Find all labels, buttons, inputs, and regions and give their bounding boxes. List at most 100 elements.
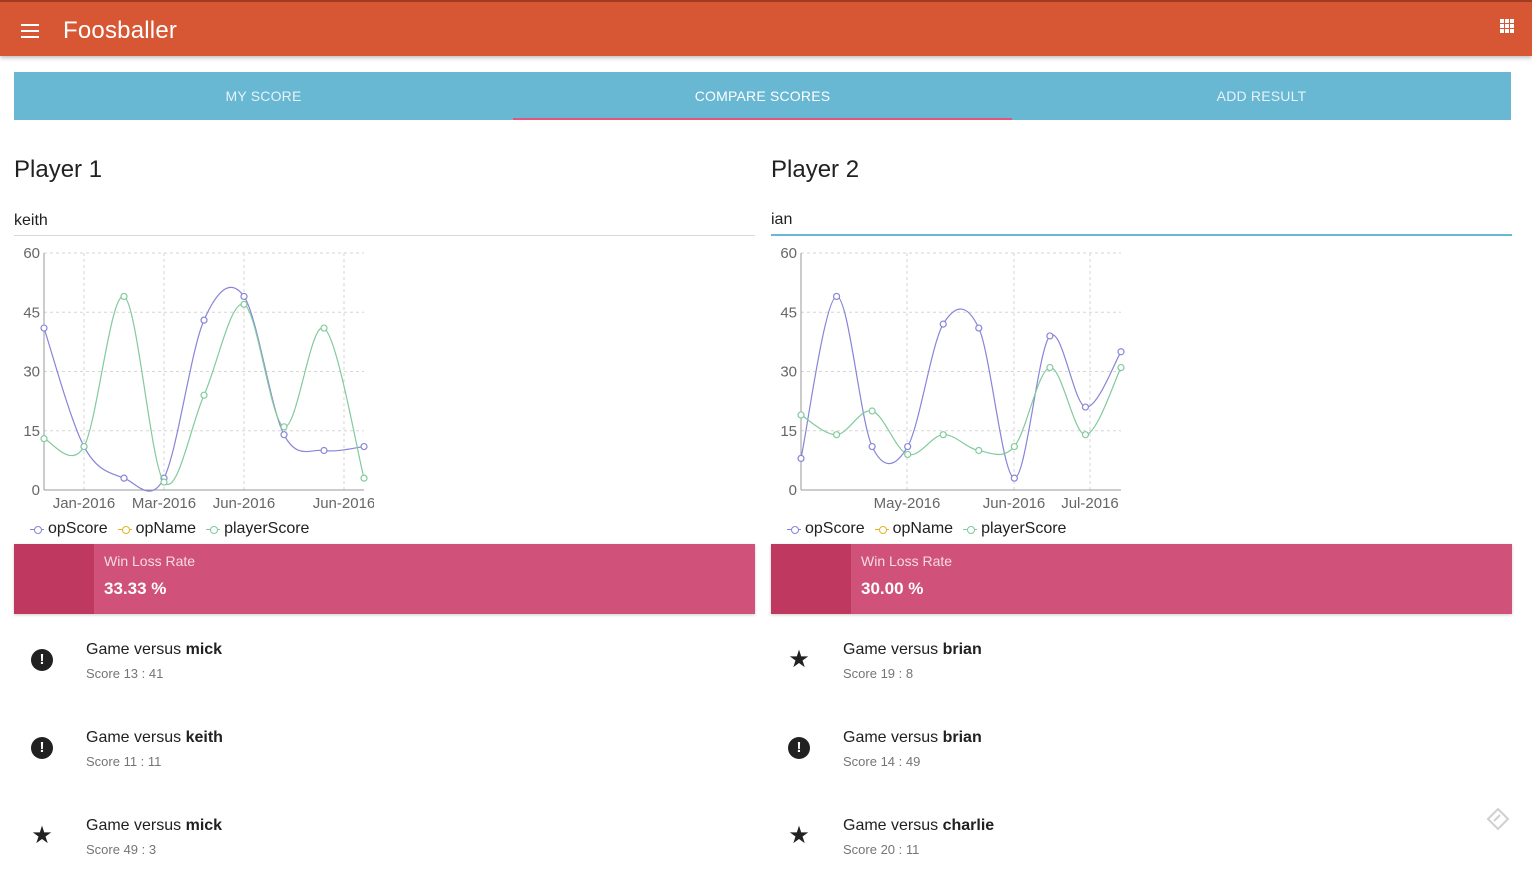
y-tick-label: 0	[789, 482, 797, 499]
data-point-playerScore[interactable]	[40, 435, 48, 443]
opponent-name: mick	[185, 817, 223, 834]
data-point-playerScore[interactable]	[240, 300, 248, 308]
opponent-name: keith	[185, 729, 223, 746]
legend-item-playerscore[interactable]: playerScore	[206, 520, 309, 538]
data-point-playerScore[interactable]	[1117, 363, 1125, 372]
data-point-playerScore[interactable]	[1081, 431, 1090, 439]
data-point-playerScore[interactable]	[797, 411, 805, 419]
player-1-name-input[interactable]	[14, 206, 755, 236]
data-point-opScore[interactable]	[1046, 332, 1054, 340]
data-point-playerScore[interactable]	[939, 431, 947, 439]
data-point-playerScore[interactable]	[1010, 442, 1018, 451]
legend-marker-icon	[206, 524, 221, 534]
data-point-opScore[interactable]	[360, 442, 368, 451]
legend-label: playerScore	[981, 520, 1067, 537]
game-score: Score 13 : 41	[86, 666, 164, 681]
star-icon: ★	[788, 822, 810, 849]
legend-item-opscore[interactable]: opScore	[787, 520, 865, 538]
legend-marker-icon	[963, 524, 978, 534]
data-point-opScore[interactable]	[832, 292, 841, 301]
tab-add-result[interactable]: ADD RESULT	[1012, 72, 1511, 120]
star-icon: ★	[788, 646, 810, 673]
edit-hint-icon[interactable]	[1486, 807, 1510, 831]
data-point-opScore[interactable]	[320, 446, 328, 455]
game-score: Score 11 : 11	[86, 754, 162, 769]
chart-grid	[801, 252, 1121, 491]
list-item[interactable]: ★ Game versus charlie Score 20 : 11	[771, 804, 1512, 892]
win-loss-label: Win Loss Rate	[861, 553, 953, 569]
game-title: Game versus charlie	[843, 817, 995, 834]
alert-icon: !	[31, 737, 53, 759]
legend-marker-icon	[787, 524, 801, 534]
win-loss-value: 33.33 %	[104, 579, 167, 598]
legend-label: opName	[135, 520, 197, 537]
data-point-opScore[interactable]	[1010, 474, 1018, 482]
y-tick-label: 30	[780, 364, 797, 381]
y-tick-label: 15	[780, 423, 797, 440]
data-point-opScore[interactable]	[868, 442, 876, 451]
app-title: Foosballer	[63, 17, 178, 44]
win-loss-card: Win Loss Rate 30.00 %	[771, 544, 1512, 614]
data-point-playerScore[interactable]	[320, 324, 328, 332]
opponent-name: brian	[942, 641, 982, 658]
list-item[interactable]: ! Game versus mick Score 13 : 41	[14, 628, 755, 716]
tab-my-score[interactable]: MY SCORE	[14, 72, 513, 120]
data-point-playerScore[interactable]	[832, 431, 841, 439]
data-point-playerScore[interactable]	[868, 407, 876, 415]
data-point-opScore[interactable]	[939, 320, 947, 328]
game-title: Game versus keith	[86, 729, 223, 746]
data-point-opScore[interactable]	[975, 324, 983, 332]
data-point-opScore[interactable]	[200, 316, 208, 324]
data-point-opScore[interactable]	[120, 474, 128, 482]
legend-marker-icon	[874, 524, 889, 534]
win-loss-label: Win Loss Rate	[104, 553, 196, 569]
data-point-opScore[interactable]	[797, 454, 805, 462]
legend-label: opName	[892, 520, 954, 537]
legend-item-opscore[interactable]: opScore	[30, 520, 108, 538]
opponent-name: brian	[942, 729, 982, 746]
data-point-playerScore[interactable]	[360, 474, 368, 482]
legend-item-opname[interactable]: opName	[117, 520, 197, 538]
series-line-playerScore	[43, 295, 365, 486]
app-bar: Foosballer	[0, 0, 1532, 56]
list-item[interactable]: ★ Game versus brian Score 19 : 8	[771, 628, 1512, 716]
win-loss-card-accent	[771, 544, 851, 614]
series-line-opScore	[800, 295, 1122, 479]
data-point-playerScore[interactable]	[120, 292, 128, 301]
score-line-chart: 0 15 30 45 60 Jan-2016 Mar-2016 Jun-2016 Jun-201…	[23, 245, 374, 512]
data-point-opScore[interactable]	[280, 431, 288, 439]
list-item[interactable]: ★ Game versus mick Score 49 : 3	[14, 804, 755, 892]
y-tick-label: 30	[23, 364, 40, 381]
game-score: Score 49 : 3	[86, 842, 157, 857]
legend-item-opname[interactable]: opName	[874, 520, 954, 538]
win-loss-value: 30.00 %	[861, 579, 924, 598]
opponent-name: mick	[185, 641, 223, 658]
menu-icon[interactable]	[14, 15, 46, 47]
data-point-playerScore[interactable]	[280, 423, 288, 431]
data-point-playerScore[interactable]	[1046, 363, 1054, 372]
data-point-playerScore[interactable]	[904, 450, 912, 459]
list-item[interactable]: ! Game versus brian Score 14 : 49	[771, 716, 1512, 804]
legend-item-playerscore[interactable]: playerScore	[963, 520, 1066, 538]
data-point-opScore[interactable]	[40, 324, 48, 332]
data-point-opScore[interactable]	[240, 292, 248, 301]
player-2-name-input[interactable]	[771, 206, 1512, 236]
game-title: Game versus brian	[843, 641, 982, 658]
x-tick-label: Jul-2016	[1061, 495, 1119, 512]
data-point-playerScore[interactable]	[160, 478, 168, 486]
data-point-opScore[interactable]	[1117, 348, 1125, 356]
y-tick-label: 15	[23, 423, 40, 440]
opponent-name: charlie	[942, 817, 995, 834]
legend-marker-icon	[117, 524, 132, 534]
y-tick-label: 60	[780, 245, 797, 262]
x-tick-label: May-2016	[874, 495, 941, 512]
data-point-playerScore[interactable]	[80, 442, 88, 451]
apps-grid-icon[interactable]	[1500, 19, 1522, 41]
data-point-opScore[interactable]	[1081, 403, 1090, 411]
data-point-playerScore[interactable]	[200, 391, 208, 399]
data-point-opScore[interactable]	[904, 442, 912, 451]
player-title: Player 2	[771, 156, 860, 183]
list-item[interactable]: ! Game versus keith Score 11 : 11	[14, 716, 755, 804]
tab-compare-scores[interactable]: COMPARE SCORES	[513, 72, 1012, 120]
data-point-playerScore[interactable]	[975, 446, 983, 455]
